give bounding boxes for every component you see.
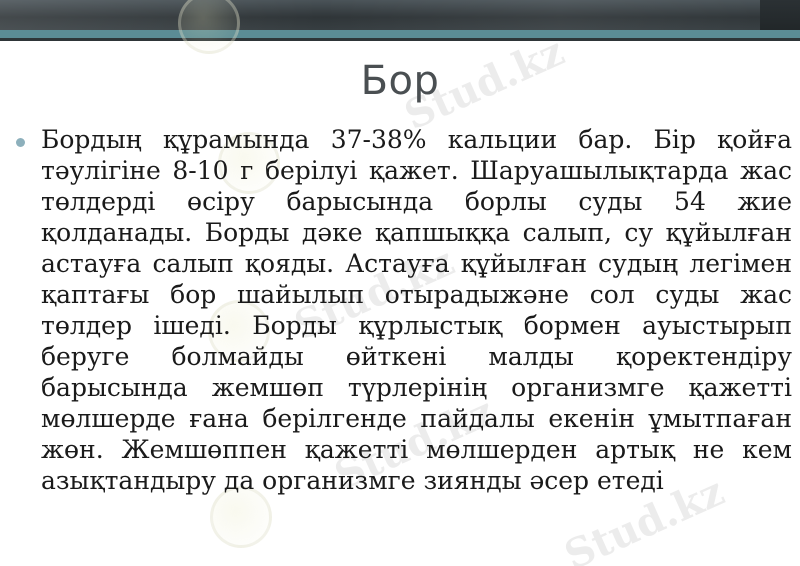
header-dark-stripe	[0, 38, 800, 41]
bullet-icon	[16, 138, 25, 147]
slide-title: Бор	[360, 58, 440, 104]
header-teal-stripe	[0, 30, 800, 38]
body-paragraph: Бордың құрамында 37-38% кальции бар. Бір…	[41, 125, 792, 495]
slide-body: Бордың құрамында 37-38% кальции бар. Бір…	[16, 124, 792, 496]
